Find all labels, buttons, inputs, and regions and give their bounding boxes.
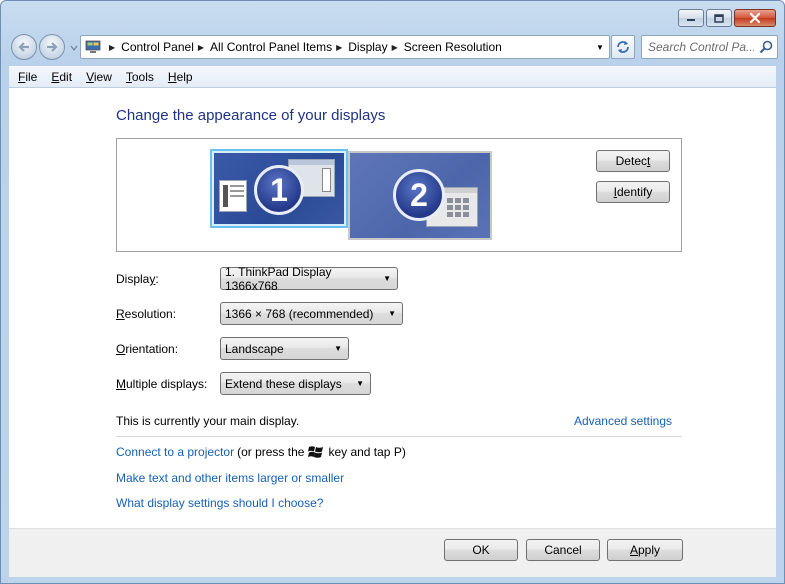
breadcrumb-all-items[interactable]: All Control Panel Items: [210, 40, 332, 54]
forward-button[interactable]: [39, 34, 65, 60]
text-size-link[interactable]: Make text and other items larger or smal…: [116, 471, 344, 485]
breadcrumb-screen-resolution[interactable]: Screen Resolution: [404, 40, 502, 54]
breadcrumb-control-panel[interactable]: Control Panel: [121, 40, 194, 54]
maximize-button[interactable]: [706, 9, 732, 27]
close-button[interactable]: [734, 9, 776, 27]
chevron-down-icon: [70, 45, 78, 51]
advanced-settings-link[interactable]: Advanced settings: [574, 414, 672, 428]
projector-hint-after: key and tap P): [328, 445, 406, 459]
control-panel-icon: [85, 40, 101, 53]
minimize-icon: [687, 19, 695, 21]
close-icon: [749, 13, 761, 23]
menu-edit-label: dit: [59, 69, 73, 84]
resolution-select-value: 1366 × 768 (recommended): [225, 306, 374, 321]
multiple-displays-select[interactable]: Extend these displays ▼: [220, 372, 371, 395]
refresh-button[interactable]: [611, 35, 635, 59]
orientation-select[interactable]: Landscape ▼: [220, 337, 349, 360]
maximize-icon: [714, 13, 724, 23]
menu-view[interactable]: View: [79, 70, 119, 84]
monitor-1-tile[interactable]: 1: [210, 149, 348, 228]
orientation-label: Orientation:: [116, 342, 179, 356]
detect-accel: t: [647, 154, 651, 168]
projector-hint-before: (or press the: [237, 445, 305, 459]
search-input[interactable]: [648, 40, 754, 54]
triangle-down-icon: ▼: [356, 379, 364, 388]
which-settings-link[interactable]: What display settings should I choose?: [116, 496, 323, 510]
display-arrangement-preview: 1 2 Detec t Identify: [116, 138, 682, 252]
breadcrumb-arrow-icon[interactable]: ▶: [109, 43, 115, 52]
resolution-select[interactable]: 1366 × 768 (recommended) ▼: [220, 302, 403, 325]
triangle-down-icon: ▼: [383, 274, 391, 283]
divider: [116, 436, 682, 437]
identify-button[interactable]: Identify: [596, 181, 670, 203]
monitor-2-number: 2: [393, 169, 445, 221]
monitor-2-tile[interactable]: 2: [348, 151, 492, 240]
triangle-down-icon: ▼: [334, 344, 342, 353]
breadcrumb: ▶ Control Panel ▶ All Control Panel Item…: [81, 36, 591, 58]
main-display-status: This is currently your main display.: [116, 414, 300, 428]
menu-edit[interactable]: Edit: [44, 70, 79, 84]
dialog-footer: OK Cancel Apply: [9, 528, 776, 577]
caption-buttons: [678, 9, 776, 27]
back-button[interactable]: [11, 34, 37, 60]
detect-label: Detec: [615, 154, 647, 168]
window-thumbnail: [219, 180, 247, 212]
connect-projector-link[interactable]: Connect to a projector: [116, 445, 234, 459]
menu-file[interactable]: File: [11, 70, 44, 84]
navigation-bar: ▶ Control Panel ▶ All Control Panel Item…: [9, 33, 778, 61]
display-select-value: 1. ThinkPad Display 1366x768: [225, 264, 332, 293]
display-label: Display:: [116, 272, 159, 286]
menu-help-accel: H: [167, 69, 177, 84]
menu-view-accel: V: [86, 69, 94, 84]
search-box[interactable]: [641, 35, 778, 59]
forward-arrow-icon: [47, 42, 58, 52]
breadcrumb-arrow-icon[interactable]: ▶: [392, 43, 398, 52]
multiple-displays-select-value: Extend these displays: [225, 376, 342, 391]
address-dropdown[interactable]: ▼: [591, 36, 609, 58]
identify-label: dentify: [616, 185, 653, 199]
page-title: Change the appearance of your displays: [116, 107, 386, 124]
cancel-button[interactable]: Cancel: [526, 539, 600, 561]
menu-help-label: elp: [176, 69, 193, 84]
breadcrumb-arrow-icon[interactable]: ▶: [336, 43, 342, 52]
menu-help[interactable]: Help: [161, 70, 200, 84]
orientation-select-value: Landscape: [225, 341, 284, 356]
content-pane: Change the appearance of your displays 1: [9, 88, 776, 528]
ok-button[interactable]: OK: [444, 539, 518, 561]
recent-pages-dropdown[interactable]: [70, 41, 78, 55]
triangle-down-icon: ▼: [596, 42, 604, 52]
back-arrow-icon: [18, 42, 29, 52]
minimize-button[interactable]: [678, 9, 704, 27]
triangle-down-icon: ▼: [388, 309, 396, 318]
menu-tools-label: ools: [131, 69, 154, 84]
multiple-displays-label: Multiple displays:: [116, 377, 208, 391]
apply-label: pply: [638, 543, 661, 557]
apply-accel: A: [629, 543, 638, 557]
menu-view-label: iew: [93, 69, 112, 84]
address-bar[interactable]: ▶ Control Panel ▶ All Control Panel Item…: [80, 35, 610, 59]
breadcrumb-display[interactable]: Display: [348, 40, 387, 54]
windows-logo-icon: [308, 446, 324, 458]
menu-file-label: ile: [25, 69, 38, 84]
monitor-1-number: 1: [254, 165, 304, 215]
projector-row: Connect to a projector (or press the key…: [116, 445, 406, 459]
breadcrumb-arrow-icon[interactable]: ▶: [198, 43, 204, 52]
menu-tools[interactable]: Tools: [119, 70, 161, 84]
screen-resolution-window: ▶ Control Panel ▶ All Control Panel Item…: [0, 0, 785, 584]
resolution-label: Resolution:: [116, 307, 177, 321]
detect-button[interactable]: Detec t: [596, 150, 670, 172]
display-select[interactable]: 1. ThinkPad Display 1366x768 ▼: [220, 264, 398, 293]
search-icon[interactable]: [759, 40, 773, 54]
refresh-icon: [617, 41, 629, 53]
menu-bar: File Edit View Tools Help: [9, 66, 776, 88]
apply-button[interactable]: Apply: [607, 539, 683, 561]
